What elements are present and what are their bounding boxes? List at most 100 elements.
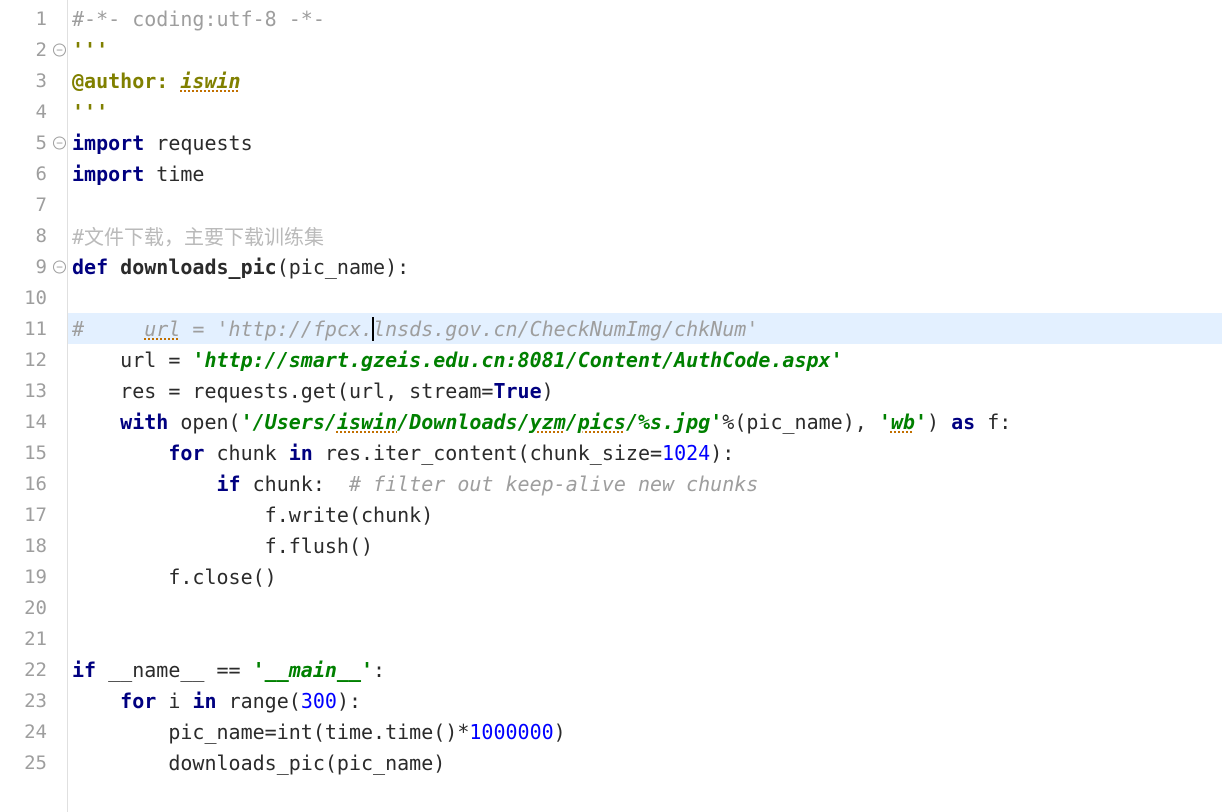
indent: [72, 410, 120, 434]
gutter-row[interactable]: 4: [0, 96, 67, 127]
code: %(pic_name),: [722, 410, 879, 434]
string: ': [879, 410, 891, 434]
code-line[interactable]: with open('/Users/iswin/Downloads/yzm/pi…: [68, 406, 1222, 437]
keyword: for: [120, 689, 168, 713]
function-name: downloads_pic: [120, 255, 277, 279]
string-underlined: pics: [578, 410, 626, 434]
line-number: 11: [24, 318, 63, 340]
line-gutter: 1 2− 3 4 5− 6 7 8 9− 10 11 12 13 14 15 1…: [0, 0, 68, 812]
gutter-row[interactable]: 19: [0, 561, 67, 592]
comment-url-pre: http://fpcx.: [229, 317, 374, 341]
code-line[interactable]: pic_name=int(time.time()*1000000): [68, 716, 1222, 747]
gutter-row[interactable]: 16: [0, 468, 67, 499]
code-line[interactable]: #-*- coding:utf-8 -*-: [68, 3, 1222, 34]
code-line[interactable]: if chunk: # filter out keep-alive new ch…: [68, 468, 1222, 499]
gutter-row[interactable]: 25: [0, 747, 67, 778]
gutter-row[interactable]: 2−: [0, 34, 67, 65]
string-underlined: wb: [891, 410, 915, 434]
fold-icon[interactable]: −: [53, 260, 66, 273]
line-number: 24: [24, 721, 63, 743]
gutter-row[interactable]: 14: [0, 406, 67, 437]
code-line[interactable]: for chunk in res.iter_content(chunk_size…: [68, 437, 1222, 468]
code-line[interactable]: [68, 189, 1222, 220]
gutter-row[interactable]: 5−: [0, 127, 67, 158]
code-line-current[interactable]: # url = 'http://fpcx.lnsds.gov.cn/CheckN…: [68, 313, 1222, 344]
line-number: 15: [24, 442, 63, 464]
line-number: 18: [24, 535, 63, 557]
code-line[interactable]: res = requests.get(url, stream=True): [68, 375, 1222, 406]
code-line[interactable]: #文件下载，主要下载训练集: [68, 220, 1222, 251]
comment: #文件下载，主要下载训练集: [72, 221, 324, 250]
code: f.flush(): [265, 534, 373, 558]
gutter-row[interactable]: 17: [0, 499, 67, 530]
fold-icon[interactable]: −: [53, 43, 66, 56]
code-line[interactable]: f.close(): [68, 561, 1222, 592]
code-line[interactable]: f.flush(): [68, 530, 1222, 561]
code-line[interactable]: url = 'http://smart.gzeis.edu.cn:8081/Co…: [68, 344, 1222, 375]
module: requests: [156, 131, 252, 155]
gutter-row[interactable]: 22: [0, 654, 67, 685]
code: url =: [120, 348, 192, 372]
code-line[interactable]: f.write(chunk): [68, 499, 1222, 530]
var: chunk:: [253, 472, 349, 496]
code-line[interactable]: import requests: [68, 127, 1222, 158]
line-number: 21: [24, 628, 63, 650]
code-line[interactable]: def downloads_pic(pic_name):: [68, 251, 1222, 282]
gutter-row[interactable]: 8: [0, 220, 67, 251]
gutter-row[interactable]: 11: [0, 313, 67, 344]
line-number: 3: [36, 70, 63, 92]
line-number: 10: [24, 287, 63, 309]
code-line[interactable]: [68, 623, 1222, 654]
indent: [72, 348, 120, 372]
code: :: [373, 658, 385, 682]
code: res = requests.get(url, stream=: [120, 379, 493, 403]
code: ): [927, 410, 951, 434]
keyword: if: [72, 658, 108, 682]
gutter-row[interactable]: 15: [0, 437, 67, 468]
code-line[interactable]: for i in range(300):: [68, 685, 1222, 716]
gutter-row[interactable]: 18: [0, 530, 67, 561]
code-line[interactable]: if __name__ == '__main__':: [68, 654, 1222, 685]
gutter-row[interactable]: 10: [0, 282, 67, 313]
code-line[interactable]: @author: iswin: [68, 65, 1222, 96]
code-line[interactable]: import time: [68, 158, 1222, 189]
keyword: import: [72, 131, 156, 155]
line-number: 1: [36, 8, 63, 30]
line-number: 7: [36, 194, 63, 216]
gutter-row[interactable]: 21: [0, 623, 67, 654]
gutter-row[interactable]: 7: [0, 189, 67, 220]
line-number: 6: [36, 163, 63, 185]
gutter-row[interactable]: 9−: [0, 251, 67, 282]
editor-area[interactable]: #-*- coding:utf-8 -*- ''' @author: iswin…: [68, 0, 1222, 812]
line-number: 20: [24, 597, 63, 619]
code-line[interactable]: ''': [68, 96, 1222, 127]
gutter-row[interactable]: 3: [0, 65, 67, 96]
string: ': [915, 410, 927, 434]
params: (pic_name):: [277, 255, 409, 279]
string: '/Users/: [241, 410, 337, 434]
author-name: iswin: [180, 69, 240, 93]
line-number: 8: [36, 225, 63, 247]
code-line[interactable]: downloads_pic(pic_name): [68, 747, 1222, 778]
code: ):: [710, 441, 734, 465]
code-line[interactable]: [68, 282, 1222, 313]
string-close: ': [746, 317, 758, 341]
gutter-row[interactable]: 6: [0, 158, 67, 189]
code-line[interactable]: ''': [68, 34, 1222, 65]
gutter-row[interactable]: 20: [0, 592, 67, 623]
code-line[interactable]: [68, 592, 1222, 623]
number: 1024: [662, 441, 710, 465]
keyword: in: [192, 689, 228, 713]
gutter-row[interactable]: 23: [0, 685, 67, 716]
string-underlined: iswin: [337, 410, 397, 434]
gutter-row[interactable]: 1: [0, 3, 67, 34]
code: open(: [180, 410, 240, 434]
gutter-row[interactable]: 12: [0, 344, 67, 375]
gutter-row[interactable]: 24: [0, 716, 67, 747]
code: downloads_pic(pic_name): [168, 751, 445, 775]
fold-icon[interactable]: −: [53, 136, 66, 149]
code: ):: [337, 689, 361, 713]
string-open: ': [217, 317, 229, 341]
string: /: [566, 410, 578, 434]
gutter-row[interactable]: 13: [0, 375, 67, 406]
